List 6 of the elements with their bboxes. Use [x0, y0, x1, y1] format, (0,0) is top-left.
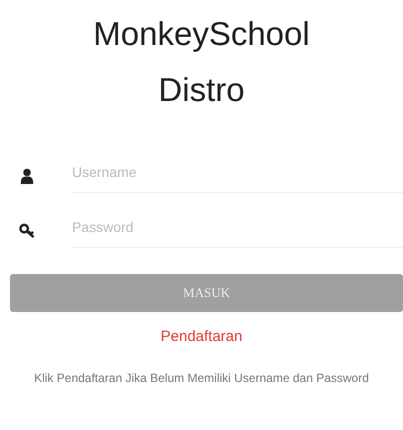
input-field[interactable]: Password: [72, 213, 403, 248]
register-link[interactable]: Pendaftaran: [160, 328, 242, 345]
hint-text: Klik Pendaftaran Jika Belum Memiliki Username dan Password: [33, 370, 370, 387]
app-title: MonkeySchool Distro: [92, 14, 311, 110]
input-field[interactable]: Username: [72, 158, 403, 193]
login-button[interactable]: MASUK: [10, 274, 403, 312]
